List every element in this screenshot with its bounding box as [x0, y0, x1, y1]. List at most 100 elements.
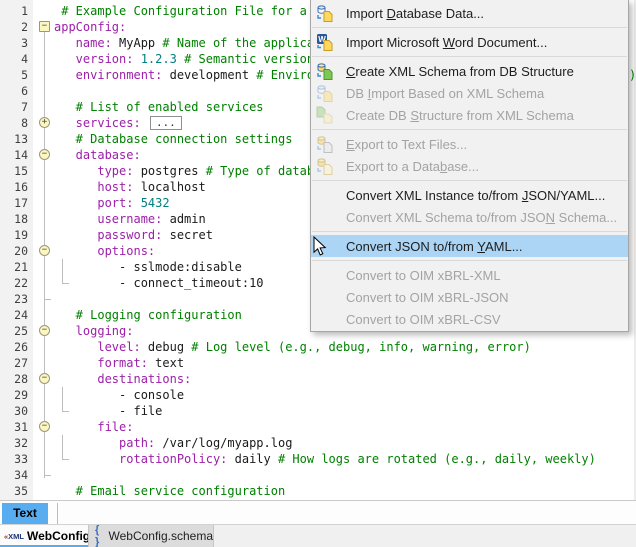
menu-item-label: Export to Text Files... [346, 137, 467, 152]
menu-item-create-db-structure-from-xml-schema[interactable]: Create DB Structure from XML Schema [311, 104, 628, 126]
fold-expand-marker: + [39, 117, 50, 128]
line-number: 20 [0, 243, 28, 259]
code-line[interactable]: - console [54, 387, 184, 403]
code-line[interactable]: rotationPolicy: daily # How logs are rot… [54, 451, 596, 467]
line-number: 13 [0, 131, 28, 147]
code-line[interactable]: options: [54, 243, 155, 259]
code-line[interactable]: version: 1.2.3 # Semantic version [54, 51, 314, 67]
tab-text-view[interactable]: Text [2, 503, 48, 524]
code-line[interactable]: # Database connection settings [54, 131, 292, 147]
menu-item-db-import-based-on-xml-schema[interactable]: DB Import Based on XML Schema [311, 82, 628, 104]
line-number: 7 [0, 99, 28, 115]
line-number: 3 [0, 35, 28, 51]
menu-item-create-xml-schema-from-db-structure[interactable]: Create XML Schema from DB Structure [311, 60, 628, 82]
code-line[interactable]: logging: [54, 323, 133, 339]
line-number: 26 [0, 339, 28, 355]
menu-item-import-database-data[interactable]: Import Database Data... [311, 2, 628, 24]
file-tab-webconfig[interactable]: «XML WebConfig [0, 525, 88, 547]
code-line[interactable]: destinations: [54, 371, 191, 387]
code-line[interactable]: type: postgres # Type of databa [54, 163, 321, 179]
line-number: 8 [0, 115, 28, 131]
fold-end-tick [44, 475, 51, 476]
line-number: 15 [0, 163, 28, 179]
db-import-icon [316, 4, 334, 22]
fold-end-tick [44, 299, 51, 300]
menu-item-export-to-a-database[interactable]: Export to a Database... [311, 155, 628, 177]
fold-collapse-marker: − [39, 421, 50, 432]
line-number: 31 [0, 419, 28, 435]
line-number-gutter: 1234567813141516171819202122232425262728… [0, 0, 33, 500]
line-number: 27 [0, 355, 28, 371]
fold-collapse-marker: − [39, 21, 50, 32]
code-line[interactable]: # Email service configuration [54, 483, 285, 499]
line-number: 22 [0, 275, 28, 291]
menu-item-convert-xml-schema-to-from-json-schema[interactable]: Convert XML Schema to/from JSON Schema..… [311, 206, 628, 228]
line-number: 32 [0, 435, 28, 451]
line-number: 19 [0, 227, 28, 243]
code-line[interactable]: # List of enabled services [54, 99, 264, 115]
xml-file-icon: «XML [4, 532, 24, 541]
line-number: 6 [0, 83, 28, 99]
code-line[interactable]: appConfig: [54, 19, 126, 35]
db-schema-green-icon [316, 62, 334, 80]
fold-collapse-marker: − [39, 325, 50, 336]
xmlspy-window: 1234567813141516171819202122232425262728… [0, 0, 636, 547]
menu-separator [312, 260, 627, 261]
menu-item-label: Export to a Database... [346, 159, 479, 174]
menu-item-convert-to-oim-xbrl-json[interactable]: Convert to OIM xBRL-JSON [311, 286, 628, 308]
menu-item-convert-json-to-from-yaml[interactable]: Convert JSON to/from YAML... [311, 235, 628, 257]
code-line[interactable]: name: MyApp # Name of the applica [54, 35, 314, 51]
code-line[interactable]: services: ... [54, 115, 182, 131]
menu-item-convert-to-oim-xbrl-xml[interactable]: Convert to OIM xBRL-XML [311, 264, 628, 286]
code-line[interactable]: # Example Configuration File for a [54, 3, 307, 19]
code-line[interactable]: # Logging configuration [54, 307, 242, 323]
code-line[interactable]: path: /var/log/myapp.log [54, 435, 292, 451]
fold-collapse-marker: − [39, 373, 50, 384]
fold-collapse-marker: − [39, 149, 50, 160]
code-line[interactable]: file: [54, 419, 133, 435]
line-number: 28 [0, 371, 28, 387]
code-line[interactable]: - connect_timeout:10 [54, 275, 264, 291]
json-braces-icon: { } [95, 524, 105, 547]
line-number: 4 [0, 51, 28, 67]
code-line[interactable]: format: text [54, 355, 184, 371]
tabbar-divider [57, 503, 58, 524]
file-tab-webconfig-schema[interactable]: { } WebConfig.schema [88, 525, 214, 547]
menu-separator [312, 56, 627, 57]
menu-item-label: Create DB Structure from XML Schema [346, 108, 574, 123]
code-line[interactable]: username: admin [54, 211, 206, 227]
menu-separator [312, 27, 627, 28]
menu-item-convert-xml-instance-to-from-json-yaml[interactable]: Convert XML Instance to/from JSON/YAML..… [311, 184, 628, 206]
code-line[interactable]: - sslmode:disable [54, 259, 242, 275]
menu-item-label: Create XML Schema from DB Structure [346, 64, 574, 79]
menu-item-convert-to-oim-xbrl-csv[interactable]: Convert to OIM xBRL-CSV [311, 308, 628, 330]
code-line[interactable]: password: secret [54, 227, 213, 243]
code-line[interactable]: host: localhost [54, 179, 206, 195]
context-menu: Import Database Data... W Import Microsoft… [310, 0, 629, 332]
code-line[interactable]: database: [54, 147, 141, 163]
line-number: 34 [0, 467, 28, 483]
line-number: 1 [0, 3, 28, 19]
line-number: 18 [0, 211, 28, 227]
word-import-icon: W [316, 33, 334, 51]
menu-item-label: Import Microsoft Word Document... [346, 35, 547, 50]
line-number: 21 [0, 259, 28, 275]
menu-item-label: Convert XML Instance to/from JSON/YAML..… [346, 188, 605, 203]
line-number: 23 [0, 291, 28, 307]
code-line[interactable]: port: 5432 [54, 195, 170, 211]
collapsed-fold-box[interactable]: ... [150, 116, 182, 130]
file-tab-label: WebConfig [27, 529, 90, 543]
menu-item-label: Convert to OIM xBRL-CSV [346, 312, 501, 327]
menu-separator [312, 180, 627, 181]
menu-item-import-microsoft-word-document[interactable]: W Import Microsoft Word Document... [311, 31, 628, 53]
line-number: 30 [0, 403, 28, 419]
menu-item-label: Convert to OIM xBRL-XML [346, 268, 501, 283]
line-number: 25 [0, 323, 28, 339]
code-line[interactable]: level: debug # Log level (e.g., debug, i… [54, 339, 531, 355]
code-line[interactable]: environment: development # Enviro [54, 67, 314, 83]
menu-item-export-to-text-files[interactable]: Export to Text Files... [311, 133, 628, 155]
menu-item-label: DB Import Based on XML Schema [346, 86, 544, 101]
line-number: 5 [0, 67, 28, 83]
code-line[interactable]: - file [54, 403, 162, 419]
line-number: 14 [0, 147, 28, 163]
